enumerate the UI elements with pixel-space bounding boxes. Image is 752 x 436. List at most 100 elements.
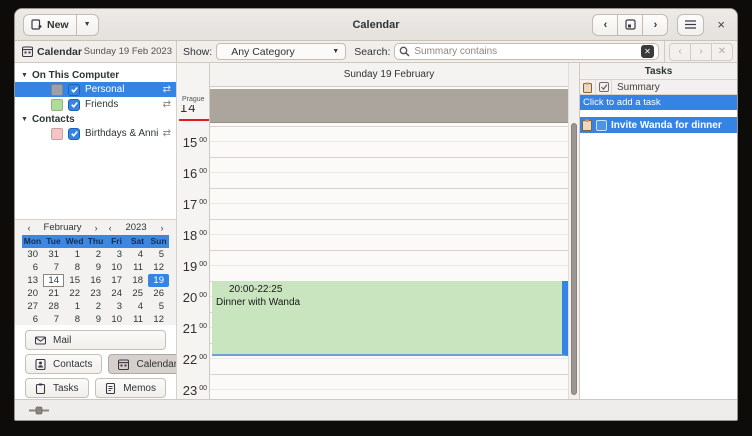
window-close-button[interactable]: × [713, 18, 729, 31]
calendar-checkbox[interactable] [68, 128, 80, 140]
show-label: Show: [183, 46, 212, 58]
hour-label-19: 1900 [177, 260, 207, 274]
task-icon [582, 119, 592, 131]
task-complete-column-icon[interactable] [596, 80, 612, 94]
all-day-band[interactable] [210, 89, 568, 123]
minical-day-cell[interactable]: 14 [43, 274, 64, 287]
minical-day-cell[interactable]: 5 [148, 248, 169, 261]
tree-section-contacts[interactable]: ▼Contacts [15, 112, 176, 126]
minical-day-cell[interactable]: 4 [127, 248, 148, 261]
search-label: Search: [354, 46, 390, 58]
status-handle-icon[interactable] [29, 406, 49, 415]
tasks-column-header: Summary [580, 80, 737, 95]
hour-label-16: 1600 [177, 167, 207, 181]
today-button[interactable] [617, 14, 643, 36]
calendar-item-personal[interactable]: Personal ⇄ [15, 82, 176, 97]
minical-day-cell[interactable]: 2 [85, 248, 106, 261]
search-input[interactable]: Summary contains ✕ [394, 43, 659, 60]
calendar-item-label: Birthdays & Anniver… [85, 128, 158, 139]
minical-day-cell[interactable]: 1 [64, 248, 85, 261]
scroll-top-hour-label: 14 [180, 105, 206, 119]
minical-day-cell[interactable]: 12 [148, 261, 169, 274]
minical-day-cell[interactable]: 25 [127, 287, 148, 300]
prev-month-button[interactable]: ‹ [22, 223, 36, 233]
minical-day-cell[interactable]: 8 [64, 261, 85, 274]
minute-value: 00 [199, 354, 207, 367]
task-summary: Invite Wanda for dinner [611, 120, 722, 131]
minute-value: 00 [199, 137, 207, 150]
task-checkbox[interactable] [596, 120, 607, 131]
minical-day-cell[interactable]: 10 [106, 261, 127, 274]
switcher-mail-button[interactable]: Mail [25, 330, 166, 350]
hour-label-21: 2100 [177, 322, 207, 336]
new-button[interactable]: New [23, 14, 77, 36]
minical-day-cell[interactable]: 24 [106, 287, 127, 300]
sync-icon: ⇄ [163, 84, 171, 95]
calendar-checkbox[interactable] [68, 84, 80, 96]
search-previous-button[interactable]: ‹ [669, 43, 691, 61]
previous-day-button[interactable]: ‹ [592, 14, 618, 36]
minical-day-cell[interactable]: 23 [85, 287, 106, 300]
clear-search-icon[interactable]: ✕ [641, 45, 654, 58]
category-dropdown[interactable]: Any Category ▼ [216, 43, 346, 60]
minical-day-cell[interactable]: 3 [106, 300, 127, 313]
minical-day-cell[interactable]: 9 [85, 261, 106, 274]
calendar-icon [22, 46, 33, 57]
add-task-placeholder: Click to add a task [583, 97, 661, 108]
minical-day-cell[interactable]: 1 [64, 300, 85, 313]
minical-day-cell[interactable]: 27 [22, 300, 43, 313]
next-year-button[interactable]: › [155, 223, 169, 233]
minical-day-cell[interactable]: 26 [148, 287, 169, 300]
minical-day-cell[interactable]: 18 [127, 274, 148, 287]
menu-button[interactable] [677, 14, 704, 36]
minical-day-cell[interactable]: 19 [148, 274, 169, 287]
minical-day-cell[interactable]: 4 [127, 300, 148, 313]
calendar-item-friends[interactable]: Friends⇄ [15, 97, 176, 112]
next-day-button[interactable]: › [642, 14, 668, 36]
minical-day-cell[interactable]: 22 [64, 287, 85, 300]
minical-day-cell[interactable]: 30 [22, 248, 43, 261]
expander-triangle-icon[interactable]: ▼ [21, 72, 28, 79]
event-dinner-with-wanda[interactable]: 20:00-22:25 Dinner with Wanda [212, 281, 568, 356]
task-type-column-icon[interactable] [580, 80, 596, 94]
tree-section-on-this-computer[interactable]: ▼On This Computer [15, 68, 176, 82]
minical-day-cell[interactable]: 31 [43, 248, 64, 261]
prev-year-button[interactable]: ‹ [103, 223, 117, 233]
tasks-summary-column-label[interactable]: Summary [612, 82, 737, 93]
scrollbar-thumb[interactable] [571, 123, 577, 395]
memos-icon [105, 383, 116, 394]
search-next-button[interactable]: › [690, 43, 712, 61]
mini-calendar: ‹ February › ‹ 2023 › MonTueWedThuFriSat… [15, 219, 176, 325]
switcher-memos-button[interactable]: Memos [95, 378, 166, 398]
minical-day-cell[interactable]: 15 [64, 274, 85, 287]
calendar-source-tree: ▼On This Computer Personal ⇄ Friends⇄▼Conta… [15, 63, 176, 219]
switcher-contacts-button[interactable]: Contacts [25, 354, 102, 374]
minical-day-cell[interactable]: 21 [43, 287, 64, 300]
minical-day-cell[interactable]: 28 [43, 300, 64, 313]
minical-day-cell[interactable]: 3 [106, 248, 127, 261]
day-grid[interactable]: 20:00-22:25 Dinner with Wanda [210, 123, 568, 399]
calendar-checkbox[interactable] [68, 99, 80, 111]
switcher-tasks-button[interactable]: Tasks [25, 378, 89, 398]
minical-day-cell[interactable]: 16 [85, 274, 106, 287]
tasks-icon [35, 383, 46, 394]
new-dropdown-button[interactable]: ▼ [76, 14, 99, 36]
new-icon [31, 19, 42, 30]
search-close-button[interactable]: ✕ [711, 43, 733, 61]
add-task-row[interactable]: Click to add a task [580, 95, 737, 110]
minical-day-cell[interactable]: 5 [148, 300, 169, 313]
expander-triangle-icon[interactable]: ▼ [21, 116, 28, 123]
minical-day-cell[interactable]: 17 [106, 274, 127, 287]
minical-day-cell[interactable]: 7 [43, 261, 64, 274]
minical-day-cell[interactable]: 20 [22, 287, 43, 300]
minical-day-cell[interactable]: 11 [127, 261, 148, 274]
calendar-item-label: Personal [85, 84, 158, 95]
next-month-button[interactable]: › [89, 223, 103, 233]
minical-day-cell[interactable]: 13 [22, 274, 43, 287]
calendar-item-birthdays-anniver-[interactable]: Birthdays & Anniver…⇄ [15, 126, 176, 141]
minical-day-cell[interactable]: 2 [85, 300, 106, 313]
titlebar: New ▼ Calendar ‹ › × [15, 9, 737, 41]
task-row[interactable]: Invite Wanda for dinner [580, 117, 737, 133]
vertical-scrollbar[interactable] [568, 63, 579, 399]
minical-day-cell[interactable]: 6 [22, 261, 43, 274]
